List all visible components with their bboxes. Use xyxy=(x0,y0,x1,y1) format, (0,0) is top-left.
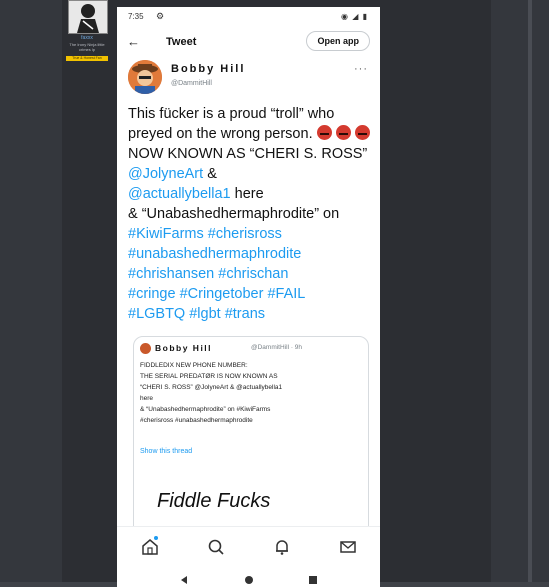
tweet-text-line: This fücker is a proud “troll” who preye… xyxy=(128,106,335,142)
forum-sidebar xyxy=(0,0,62,587)
quoted-author-name: Bobby Hill xyxy=(155,343,213,353)
mail-icon[interactable] xyxy=(339,538,357,556)
author-avatar[interactable] xyxy=(128,60,162,94)
author-display-name[interactable]: Bobby Hill xyxy=(171,63,245,75)
quoted-author-avatar xyxy=(140,343,151,354)
quoted-tweet-card[interactable]: Bobby Hill @DammitHill · 9h FIDDLEDIX NE… xyxy=(133,336,369,538)
quoted-text-line: “CHERI S. ROSS” @JolyneArt & @actuallybe… xyxy=(140,384,283,391)
phone-screenshot: 7:35 ⚙ ◉ ◢ ▮ ← Tweet Open app Bobby Hill… xyxy=(117,7,380,587)
android-navigation-bar xyxy=(117,566,380,587)
page-title: Tweet xyxy=(166,36,197,48)
open-app-button[interactable]: Open app xyxy=(306,31,370,51)
quoted-text-line: #cherisross #unabashedhermaphrodite xyxy=(140,417,253,424)
settings-icon: ⚙ xyxy=(156,11,165,21)
hashtag-link[interactable]: #unabashedhermaphrodite xyxy=(128,246,301,262)
quoted-image-caption: Fiddle Fucks xyxy=(157,490,271,512)
signal-icon: ◢ xyxy=(352,12,360,21)
wifi-icon: ◉ xyxy=(340,12,349,21)
quoted-text-line: THE SERIAL PREDATØR IS NOW KNOWN AS xyxy=(140,373,278,380)
angry-emoji-icon xyxy=(316,125,332,140)
forum-scrollbar[interactable] xyxy=(528,0,532,587)
search-icon[interactable] xyxy=(207,538,225,556)
hashtag-link[interactable]: #KiwiFarms #cherisross xyxy=(128,226,282,242)
tweet-header: ← Tweet Open app xyxy=(117,29,380,57)
angry-emoji-icon xyxy=(335,125,351,140)
status-icons: ◉ ◢ ▮ xyxy=(341,12,368,21)
quoted-text-line: here xyxy=(140,395,154,402)
author-handle[interactable]: @DammitHill xyxy=(171,80,212,87)
more-options-icon[interactable]: ··· xyxy=(354,63,368,75)
home-circle-icon[interactable] xyxy=(244,572,254,587)
quoted-text-line: FIDDLEDIX NEW PHONE NUMBER: xyxy=(140,362,248,369)
forum-user-title: The Irony Ninja little crimes lp xyxy=(69,42,105,52)
recents-square-icon[interactable] xyxy=(308,572,318,587)
quoted-tweet-text: FIDDLEDIX NEW PHONE NUMBER: THE SERIAL P… xyxy=(140,360,362,426)
bell-icon[interactable] xyxy=(273,538,291,556)
angry-emoji-icon xyxy=(354,125,370,140)
forum-right-panel xyxy=(491,0,549,587)
status-bar: 7:35 ⚙ ◉ ◢ ▮ xyxy=(117,7,380,27)
bottom-navigation xyxy=(117,526,380,567)
quoted-text-line: & “Unabashedhermaphrodite” on #KiwiFarms xyxy=(140,406,271,413)
battery-icon: ▮ xyxy=(362,12,368,21)
back-triangle-icon[interactable] xyxy=(179,572,189,587)
hashtag-link[interactable]: #LGBTQ #lgbt #trans xyxy=(128,306,265,322)
tweet-text: This fücker is a proud “troll” who preye… xyxy=(128,104,373,324)
hashtag-link[interactable]: #chrishansen #chrischan xyxy=(128,266,288,282)
forum-user-avatar[interactable] xyxy=(68,0,108,34)
status-time: 7:35 xyxy=(128,12,144,21)
show-thread-link[interactable]: Show this thread xyxy=(140,448,192,455)
tweet-text-amp: & xyxy=(207,166,217,182)
home-icon[interactable] xyxy=(141,538,159,556)
mention-link[interactable]: @actuallybella1 xyxy=(128,186,231,202)
hashtag-link[interactable]: #cringe #Cringetober #FAIL xyxy=(128,286,305,302)
back-arrow-icon[interactable]: ← xyxy=(127,34,140,49)
forum-username[interactable]: faxxx xyxy=(63,35,111,41)
tweet-text-line: here xyxy=(234,186,264,202)
notification-dot xyxy=(154,536,158,540)
mention-link[interactable]: @JolyneArt xyxy=(128,166,203,182)
tweet-text-line: & “Unabashedhermaphrodite” on xyxy=(128,206,340,222)
forum-user-badge: True & Honest Fan xyxy=(66,56,108,61)
quoted-author-handle: @DammitHill · 9h xyxy=(251,344,303,351)
tweet-text-line: NOW KNOWN AS “CHERI S. ROSS” xyxy=(128,146,368,162)
